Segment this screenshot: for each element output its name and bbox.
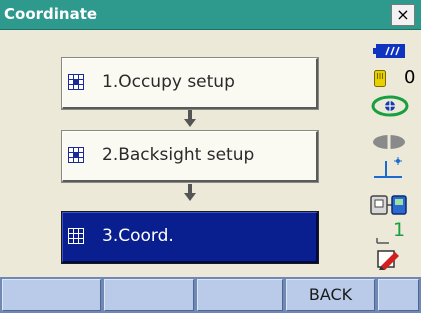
grid-icon xyxy=(68,147,84,163)
grid-icon xyxy=(68,74,84,90)
menu-item-coord[interactable]: 3.Coord. xyxy=(61,211,319,264)
menu-item-label: 1.Occupy setup xyxy=(102,72,235,92)
menu-item-occupy-setup[interactable]: 1.Occupy setup xyxy=(61,57,319,110)
close-button[interactable]: × xyxy=(391,4,415,26)
title-bar: Coordinate × xyxy=(0,0,421,30)
battery-icon xyxy=(373,44,405,58)
status-sidebar: 0 1 xyxy=(364,30,421,276)
menu-item-backsight-setup[interactable]: 2.Backsight setup xyxy=(61,130,319,183)
tilt-icon[interactable] xyxy=(372,155,406,181)
target-prism-icon[interactable] xyxy=(371,95,409,117)
softkey-bar: BACK xyxy=(0,277,421,313)
menu-item-label: 2.Backsight setup xyxy=(102,145,255,165)
level-value: 1 xyxy=(393,219,406,241)
memory-card-icon xyxy=(374,70,386,87)
menu-item-label: 3.Coord. xyxy=(102,226,174,246)
memory-count: 0 xyxy=(404,67,416,88)
bluetooth-device-icon[interactable] xyxy=(370,194,408,216)
softkey-3[interactable] xyxy=(197,279,283,311)
coordinate-window: Coordinate × 1.Occupy setup 2.Backsight … xyxy=(0,0,421,313)
back-button[interactable]: BACK xyxy=(286,279,375,311)
input-mode-icon[interactable] xyxy=(377,248,401,270)
arrow-down-icon xyxy=(184,184,196,201)
signal-level-icon xyxy=(376,238,389,244)
softkey-2[interactable] xyxy=(104,279,194,311)
laser-pointer-icon[interactable] xyxy=(372,134,406,150)
grid-icon xyxy=(68,228,84,244)
softkey-5[interactable] xyxy=(378,279,419,311)
softkey-1[interactable] xyxy=(2,279,101,311)
window-title: Coordinate xyxy=(4,5,98,23)
arrow-down-icon xyxy=(184,110,196,127)
menu-area: 1.Occupy setup 2.Backsight setup 3.Coord… xyxy=(0,30,364,276)
